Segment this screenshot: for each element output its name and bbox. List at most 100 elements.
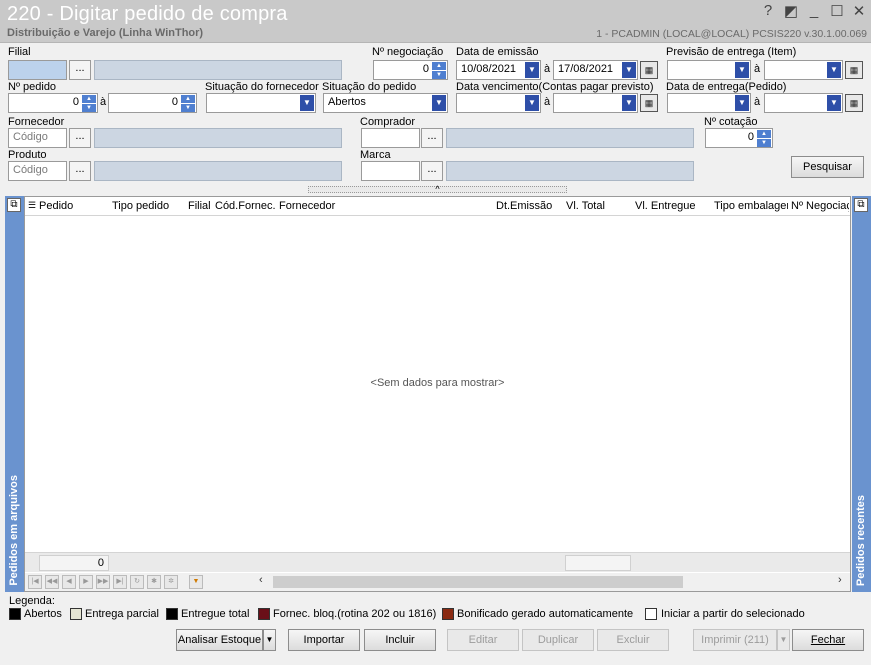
analisar-dropdown-icon[interactable]: ▼ [263, 629, 276, 651]
pin-icon[interactable]: ⧉ [7, 198, 21, 212]
iniciar-selecionado-checkbox[interactable]: Iniciar a partir do selecionado [645, 608, 805, 620]
filial-input[interactable] [8, 60, 67, 80]
horizontal-scrollbar[interactable] [273, 576, 683, 588]
summary-cell [565, 555, 631, 571]
calendar-icon[interactable]: ▦ [640, 61, 658, 79]
left-side-panel[interactable]: ⧉ Pedidos em arquivos [5, 196, 24, 592]
column-pedido[interactable]: Pedido [39, 200, 109, 212]
chevron-down-icon[interactable]: ▼ [525, 62, 539, 78]
comprador-code-input[interactable] [361, 128, 420, 148]
next-page-icon[interactable]: ▶▶ [96, 575, 110, 589]
data-vencimento-to-input[interactable]: ▼ [553, 93, 638, 113]
marca-search-button[interactable]: ... [421, 161, 443, 181]
filial-search-button[interactable]: ... [69, 60, 91, 80]
last-page-icon[interactable]: ▶| [113, 575, 127, 589]
data-entrega-to-input[interactable]: ▼ [764, 93, 843, 113]
data-emissao-from-input[interactable]: 10/08/2021 ▼ [456, 60, 541, 80]
num-cotacao-input[interactable]: 0 ▲ ▼ [705, 128, 773, 148]
importar-button[interactable]: Importar [288, 629, 360, 651]
add-record-icon[interactable]: ✱ [147, 575, 161, 589]
minimize-icon[interactable]: _ [805, 2, 823, 19]
analisar-estoque-button[interactable]: Analisar Estoque [176, 629, 263, 651]
checkbox-box[interactable] [645, 608, 657, 620]
title-bar: 220 - Digitar pedido de compra Distribui… [0, 0, 871, 43]
marca-description [446, 161, 694, 181]
imprimir-button[interactable]: Imprimir (211) [693, 629, 777, 651]
produto-search-button[interactable]: ... [69, 161, 91, 181]
incluir-button[interactable]: Incluir [364, 629, 436, 651]
num-negociacao-spin[interactable]: ▲ ▼ [432, 62, 446, 79]
column-cod-fornec[interactable]: Cód.Fornec. [215, 200, 277, 212]
duplicar-button[interactable]: Duplicar [522, 629, 594, 651]
num-pedido-from-spin[interactable]: ▲ ▼ [82, 95, 96, 112]
num-pedido-from-input[interactable]: 0 ▲ ▼ [8, 93, 98, 113]
filter-icon[interactable]: ▼ [189, 575, 203, 589]
calendar-icon[interactable]: ▦ [845, 94, 863, 112]
window-title: 220 - Digitar pedido de compra [7, 3, 288, 25]
fornecedor-code-input[interactable]: Código [8, 128, 67, 148]
prev-page-icon[interactable]: ◀◀ [45, 575, 59, 589]
fornecedor-search-button[interactable]: ... [69, 128, 91, 148]
situacao-pedido-select[interactable]: Abertos ▼ [323, 93, 448, 113]
num-pedido-to-spin[interactable]: ▲ ▼ [181, 95, 195, 112]
imprimir-dropdown-icon[interactable]: ▼ [777, 629, 790, 651]
help-icon[interactable]: ? [759, 2, 777, 19]
pin-icon[interactable]: ⧉ [854, 198, 868, 212]
chevron-down-icon[interactable]: ▼ [622, 95, 636, 111]
orders-grid[interactable]: ☰ Pedido Tipo pedido Filial Cód.Fornec. … [24, 196, 851, 592]
grid-header: ☰ Pedido Tipo pedido Filial Cód.Fornec. … [25, 197, 850, 216]
calendar-icon[interactable]: ▦ [640, 94, 658, 112]
first-page-icon[interactable]: |◀ [28, 575, 42, 589]
calendar-icon[interactable]: ▦ [845, 61, 863, 79]
a-label: à [754, 63, 761, 75]
chevron-down-icon[interactable]: ▼ [300, 95, 314, 111]
restore-icon[interactable]: ◩ [782, 2, 800, 20]
previsao-entrega-to-input[interactable]: ▼ [764, 60, 843, 80]
scroll-right-icon[interactable]: › [838, 574, 842, 586]
data-vencimento-from-input[interactable]: ▼ [456, 93, 541, 113]
column-fornecedor[interactable]: Fornecedor [279, 200, 489, 212]
data-emissao-to-input[interactable]: 17/08/2021 ▼ [553, 60, 638, 80]
data-entrega-from-input[interactable]: ▼ [667, 93, 751, 113]
chevron-down-icon[interactable]: ▼ [525, 95, 539, 111]
column-num-negociacao[interactable]: Nº Negociaç [791, 200, 849, 212]
right-side-panel[interactable]: ⧉ Pedidos recentes [852, 196, 871, 592]
grid-navigator: |◀ ◀◀ ◀ ▶ ▶▶ ▶| ↻ ✱ ✲ ▼ ‹ › [25, 573, 850, 591]
scroll-left-icon[interactable]: ‹ [259, 574, 263, 586]
editar-button[interactable]: Editar [447, 629, 519, 651]
num-cotacao-spin[interactable]: ▲ ▼ [757, 130, 771, 147]
chevron-down-icon[interactable]: ▼ [827, 95, 841, 111]
close-icon[interactable]: ✕ [850, 2, 868, 20]
column-tipo-pedido[interactable]: Tipo pedido [112, 200, 184, 212]
pedidos-arquivos-tab[interactable]: Pedidos em arquivos [8, 475, 20, 586]
column-tipo-embalagem[interactable]: Tipo embalagem [714, 200, 788, 212]
comprador-search-button[interactable]: ... [421, 128, 443, 148]
column-vl-total[interactable]: Vl. Total [566, 200, 630, 212]
chevron-down-icon[interactable]: ▼ [432, 95, 446, 111]
num-pedido-to-input[interactable]: 0 ▲ ▼ [108, 93, 197, 113]
delete-record-icon[interactable]: ✲ [164, 575, 178, 589]
chevron-down-icon[interactable]: ▼ [735, 62, 749, 78]
collapse-splitter[interactable]: ^ [308, 185, 567, 194]
previsao-entrega-from-input[interactable]: ▼ [667, 60, 751, 80]
maximize-icon[interactable]: ☐ [828, 2, 846, 20]
prev-record-icon[interactable]: ◀ [62, 575, 76, 589]
num-negociacao-input[interactable]: 0 ▲ ▼ [373, 60, 448, 80]
marca-code-input[interactable] [361, 161, 420, 181]
excluir-button[interactable]: Excluir [597, 629, 669, 651]
chevron-down-icon[interactable]: ▼ [735, 95, 749, 111]
column-dt-emissao[interactable]: Dt.Emissão [496, 200, 562, 212]
fechar-button[interactable]: Fechar [792, 629, 864, 651]
chevron-down-icon[interactable]: ▼ [622, 62, 636, 78]
produto-code-input[interactable]: Código [8, 161, 67, 181]
pesquisar-button[interactable]: Pesquisar [791, 156, 864, 178]
chevron-down-icon[interactable]: ▼ [827, 62, 841, 78]
fornecedor-label: Fornecedor [8, 116, 65, 128]
pedidos-recentes-tab[interactable]: Pedidos recentes [855, 495, 867, 586]
refresh-icon[interactable]: ↻ [130, 575, 144, 589]
column-chooser-icon[interactable]: ☰ [28, 200, 36, 211]
situacao-fornecedor-select[interactable]: ▼ [206, 93, 316, 113]
next-record-icon[interactable]: ▶ [79, 575, 93, 589]
column-vl-entregue[interactable]: Vl. Entregue [635, 200, 713, 212]
column-filial[interactable]: Filial [188, 200, 212, 212]
